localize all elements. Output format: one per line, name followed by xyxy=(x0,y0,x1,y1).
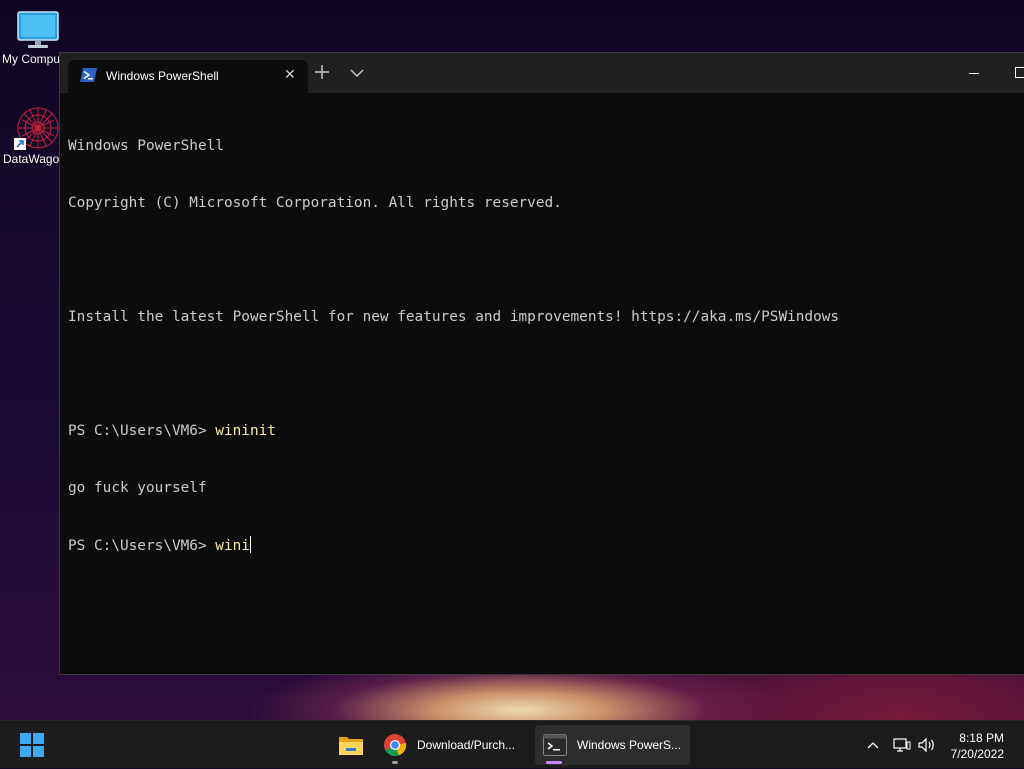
datawagon-app-icon xyxy=(14,107,59,150)
minimize-button[interactable] xyxy=(951,53,997,93)
chrome-icon xyxy=(384,734,407,757)
terminal-line: Copyright (C) Microsoft Corporation. All… xyxy=(68,195,562,211)
tab-dropdown-button[interactable] xyxy=(350,65,364,83)
text-cursor xyxy=(249,536,251,553)
new-tab-button[interactable] xyxy=(315,63,329,83)
title-bar[interactable]: Windows PowerShell ✕ xyxy=(60,53,1024,93)
minimize-icon xyxy=(969,73,979,74)
clock-date: 7/20/2022 xyxy=(950,747,1004,761)
taskbar-file-explorer[interactable] xyxy=(331,725,371,765)
file-explorer-icon xyxy=(339,737,363,755)
clock-time: 8:18 PM xyxy=(959,731,1004,745)
prompt: PS C:\Users\VM6> xyxy=(68,423,216,439)
running-indicator xyxy=(392,761,398,764)
terminal-line: go fuck yourself xyxy=(68,480,207,496)
terminal-window: Windows PowerShell ✕ Windows PowerShell … xyxy=(59,52,1024,675)
network-icon xyxy=(893,738,911,752)
terminal-command-line: PS C:\Users\VM6> wininit xyxy=(68,422,1024,441)
terminal-input-line[interactable]: PS C:\Users\VM6> wini xyxy=(68,536,1024,555)
taskbar-windows-powershell[interactable]: Windows PowerS... xyxy=(535,725,690,765)
maximize-button[interactable] xyxy=(997,53,1024,93)
taskbar-chrome-label: Download/Purch... xyxy=(417,738,516,752)
terminal-line: Windows PowerShell xyxy=(68,138,224,154)
terminal-line: Install the latest PowerShell for new fe… xyxy=(68,309,840,325)
start-button[interactable] xyxy=(12,725,52,765)
windows-start-icon xyxy=(20,733,44,757)
speaker-icon xyxy=(918,737,934,753)
active-indicator xyxy=(546,761,562,764)
tab-title: Windows PowerShell xyxy=(106,69,219,83)
maximize-icon xyxy=(1015,67,1024,78)
terminal-icon xyxy=(543,734,567,756)
tab-windows-powershell[interactable]: Windows PowerShell ✕ xyxy=(68,60,308,93)
chevron-up-icon xyxy=(867,742,879,749)
close-icon[interactable]: ✕ xyxy=(284,66,296,83)
command-text: wininit xyxy=(215,423,276,439)
system-clock[interactable]: 8:18 PM 7/20/2022 xyxy=(951,730,1004,762)
taskbar: Download/Purch... Windows PowerS... 8:18 xyxy=(0,720,1024,768)
network-status-button[interactable] xyxy=(890,721,914,769)
command-input[interactable]: wini xyxy=(215,538,250,554)
show-hidden-icons-button[interactable] xyxy=(862,721,884,769)
taskbar-powershell-label: Windows PowerS... xyxy=(577,738,682,752)
volume-button[interactable] xyxy=(916,721,938,769)
chevron-down-icon xyxy=(350,69,364,77)
taskbar-chrome[interactable]: Download/Purch... xyxy=(376,725,528,765)
powershell-icon xyxy=(80,68,97,82)
prompt: PS C:\Users\VM6> xyxy=(68,538,216,554)
terminal-output[interactable]: Windows PowerShell Copyright (C) Microso… xyxy=(68,99,1024,666)
plus-icon xyxy=(315,65,329,79)
computer-icon xyxy=(17,11,59,48)
